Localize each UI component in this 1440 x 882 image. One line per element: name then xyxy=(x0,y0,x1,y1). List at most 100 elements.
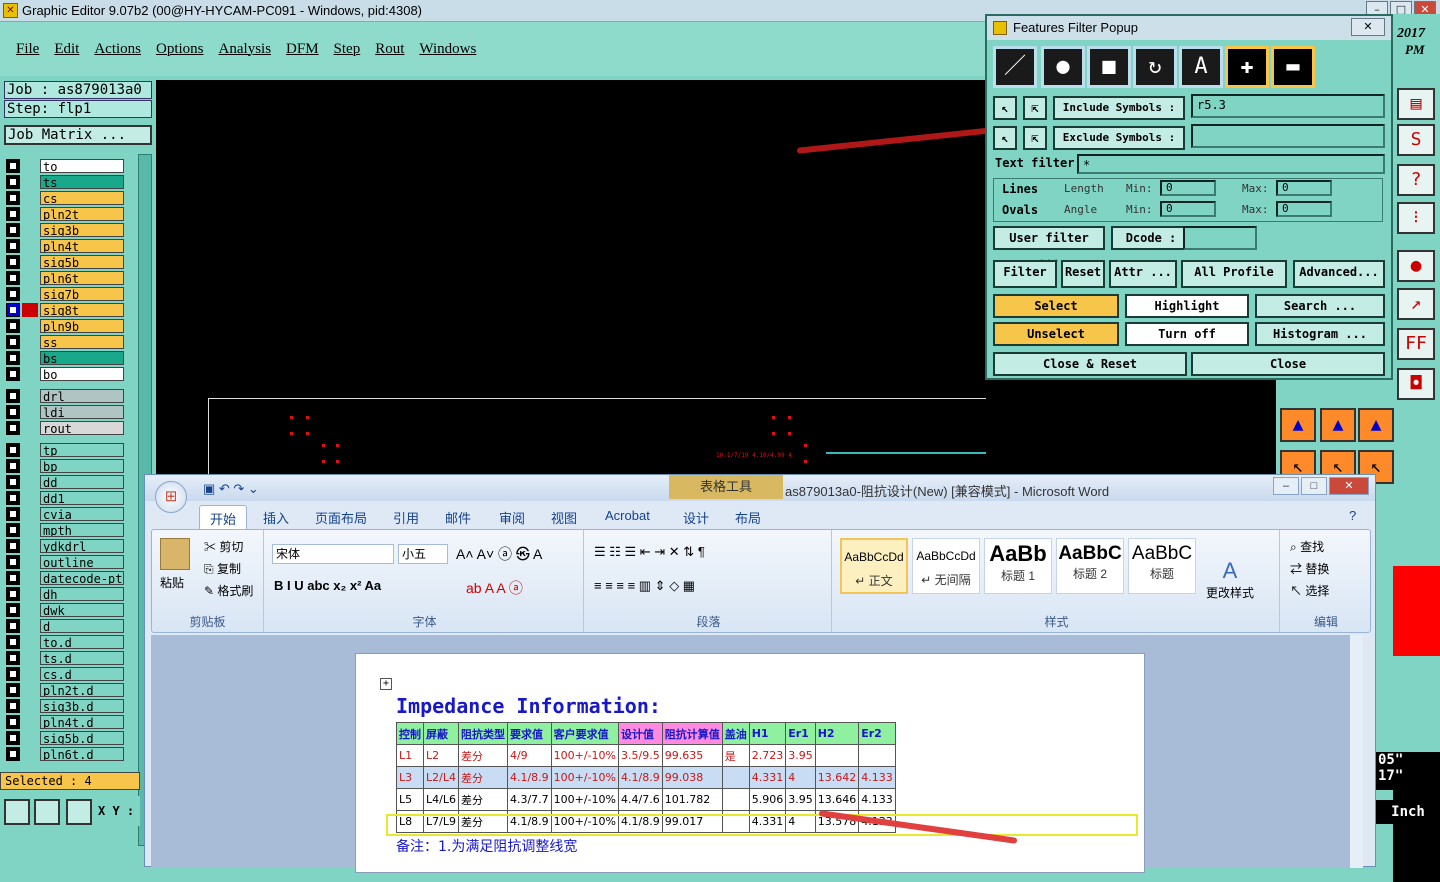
tab-home[interactable]: 开始 xyxy=(199,505,248,531)
layer-checkbox[interactable] xyxy=(6,239,20,253)
layer-name[interactable]: sig8t xyxy=(40,303,124,317)
select-menu-button[interactable]: ↖ 选择 xyxy=(1290,582,1329,599)
layer-row[interactable]: dd xyxy=(6,474,124,490)
popup-close-icon[interactable]: ✕ xyxy=(1351,18,1385,36)
line-symbol-icon[interactable]: ／ xyxy=(993,46,1037,88)
layer-name[interactable]: cs xyxy=(40,191,124,205)
layer-name[interactable]: to.d xyxy=(40,635,124,649)
exclude-arrow-icon[interactable]: ↖ xyxy=(993,126,1017,150)
graphic-canvas[interactable]: 10.1/7/19 4.10/4.99 4 xyxy=(156,80,1226,488)
layer-row[interactable]: sig8t xyxy=(6,302,124,318)
layer-row[interactable]: ts xyxy=(6,174,124,190)
document-page[interactable]: + Impedance Information: 控制 屏蔽 阻抗类型 要求值 客户要求… xyxy=(355,653,1145,873)
layer-checkbox[interactable] xyxy=(6,367,20,381)
layer-row[interactable]: cvia xyxy=(6,506,124,522)
tab-mailings[interactable]: 邮件 xyxy=(445,508,471,527)
layer-row[interactable]: mpth xyxy=(6,522,124,538)
layer-row[interactable]: outline xyxy=(6,554,124,570)
layer-row[interactable]: sig3b.d xyxy=(6,698,124,714)
attr-button[interactable]: Attr ... xyxy=(1109,260,1177,288)
layer-name[interactable]: dwk xyxy=(40,603,124,617)
text-symbol-icon[interactable]: A xyxy=(1179,46,1223,88)
pad-icon[interactable]: ● xyxy=(1397,250,1435,282)
layer-checkbox[interactable] xyxy=(6,539,20,553)
word-minimize-button[interactable]: – xyxy=(1273,477,1299,495)
layer-name[interactable]: outline xyxy=(40,555,124,569)
angle-min-input[interactable]: 0 xyxy=(1160,201,1216,217)
table-row[interactable]: L3 L2/L4 差分 4.1/8.9 100+/-10% 4.1/8.9 99.038 4.… xyxy=(396,766,896,789)
layer-name[interactable]: dh xyxy=(40,587,124,601)
layer-row[interactable]: tp xyxy=(6,442,124,458)
table-row[interactable]: L1 L2 差分 4/9 100+/-10% 3.5/9.5 99.635 是 2.723 3.9… xyxy=(396,744,896,767)
shapes-icon[interactable]: ◘ xyxy=(1397,368,1435,400)
length-max-input[interactable]: 0 xyxy=(1276,180,1332,196)
dcode-input[interactable] xyxy=(1183,226,1257,250)
paste-button[interactable]: 粘贴 xyxy=(160,574,184,591)
layer-row[interactable]: dh xyxy=(6,586,124,602)
layer-row[interactable]: to.d xyxy=(6,634,124,650)
layer-name[interactable]: bo xyxy=(40,367,124,381)
layer-name[interactable]: bp xyxy=(40,459,124,473)
list-icons[interactable]: ☰ ☷ ☰ ⇤ ⇥ ✕ ⇅ ¶ xyxy=(594,544,705,560)
layer-checkbox[interactable] xyxy=(6,651,20,665)
layer-name[interactable]: pln4t xyxy=(40,239,124,253)
layer-name[interactable]: pln6t.d xyxy=(40,747,124,761)
include-arrow-icon[interactable]: ↖ xyxy=(993,96,1017,120)
tab-layout[interactable]: 布局 xyxy=(735,508,761,527)
layer-checkbox[interactable] xyxy=(6,475,20,489)
layer-name[interactable]: pln2t xyxy=(40,207,124,221)
close-reset-button[interactable]: Close & Reset xyxy=(993,352,1187,376)
layer-checkbox[interactable] xyxy=(6,351,20,365)
units-label[interactable]: Inch xyxy=(1376,800,1440,824)
layer-row[interactable]: to xyxy=(6,158,124,174)
tool-a1-icon[interactable]: ▲ xyxy=(1280,408,1316,442)
angle-checkbox[interactable]: Angle xyxy=(1064,203,1097,216)
font-name-select[interactable]: 宋体 xyxy=(272,544,394,564)
length-checkbox[interactable]: Length xyxy=(1064,182,1104,195)
format-buttons[interactable]: B I U abc x₂ x² Aa xyxy=(274,578,381,593)
doc-scrollbar[interactable] xyxy=(1349,635,1363,868)
layer-checkbox[interactable] xyxy=(6,683,20,697)
layer-checkbox[interactable] xyxy=(6,287,20,301)
align-icons[interactable]: ≡ ≡ ≡ ≡ ▥ ⇕ ◇ ▦ xyxy=(594,578,695,594)
ff-icon[interactable]: FF xyxy=(1397,328,1435,360)
menu-actions[interactable]: Actions xyxy=(94,41,141,58)
layer-row[interactable]: datecode-pt xyxy=(6,570,124,586)
layer-row[interactable]: sig7b xyxy=(6,286,124,302)
layer-checkbox[interactable] xyxy=(6,555,20,569)
tool-a2-icon[interactable]: ▲ xyxy=(1320,408,1356,442)
lines-checkbox[interactable]: Lines xyxy=(1002,182,1038,196)
layer-checkbox[interactable] xyxy=(6,699,20,713)
layer-name[interactable]: datecode-pt xyxy=(40,571,124,585)
arc-symbol-icon[interactable]: ↻ xyxy=(1133,46,1177,88)
menu-dfm[interactable]: DFM xyxy=(286,41,319,58)
layer-row[interactable]: rout xyxy=(6,420,124,436)
style-heading-2[interactable]: AaBbC 标题 2 xyxy=(1056,538,1124,594)
layer-name[interactable]: mpth xyxy=(40,523,124,537)
layer-checkbox[interactable] xyxy=(6,507,20,521)
layer-name[interactable]: ldi xyxy=(40,405,124,419)
layer-name[interactable]: cvia xyxy=(40,507,124,521)
layer-name[interactable]: sig3b xyxy=(40,223,124,237)
tab-design[interactable]: 设计 xyxy=(683,508,709,527)
menu-file[interactable]: File xyxy=(16,41,39,58)
layer-name[interactable]: dd1 xyxy=(40,491,124,505)
layer-name[interactable]: pln6t xyxy=(40,271,124,285)
layer-checkbox[interactable] xyxy=(6,587,20,601)
ovals-checkbox[interactable]: Ovals xyxy=(1002,203,1038,217)
layer-row[interactable]: bp xyxy=(6,458,124,474)
layer-checkbox[interactable] xyxy=(6,389,20,403)
layer-row[interactable]: drl xyxy=(6,388,124,404)
turn-off-button[interactable]: Turn off xyxy=(1125,322,1249,346)
layer-checkbox[interactable] xyxy=(6,635,20,649)
table-move-handle-icon[interactable]: + xyxy=(380,678,392,690)
menu-analysis[interactable]: Analysis xyxy=(219,41,272,58)
layer-checkbox[interactable] xyxy=(6,223,20,237)
dcode-label[interactable]: Dcode : xyxy=(1111,226,1191,250)
filter-toggle[interactable]: Filter xyxy=(993,260,1057,288)
style-heading-1[interactable]: AaBb 标题 1 xyxy=(984,538,1052,594)
pad-symbol-icon[interactable]: ● xyxy=(1041,46,1085,88)
layer-name[interactable]: sig5b xyxy=(40,255,124,269)
layer-checkbox[interactable] xyxy=(6,619,20,633)
layer-name[interactable]: pln2t.d xyxy=(40,683,124,697)
